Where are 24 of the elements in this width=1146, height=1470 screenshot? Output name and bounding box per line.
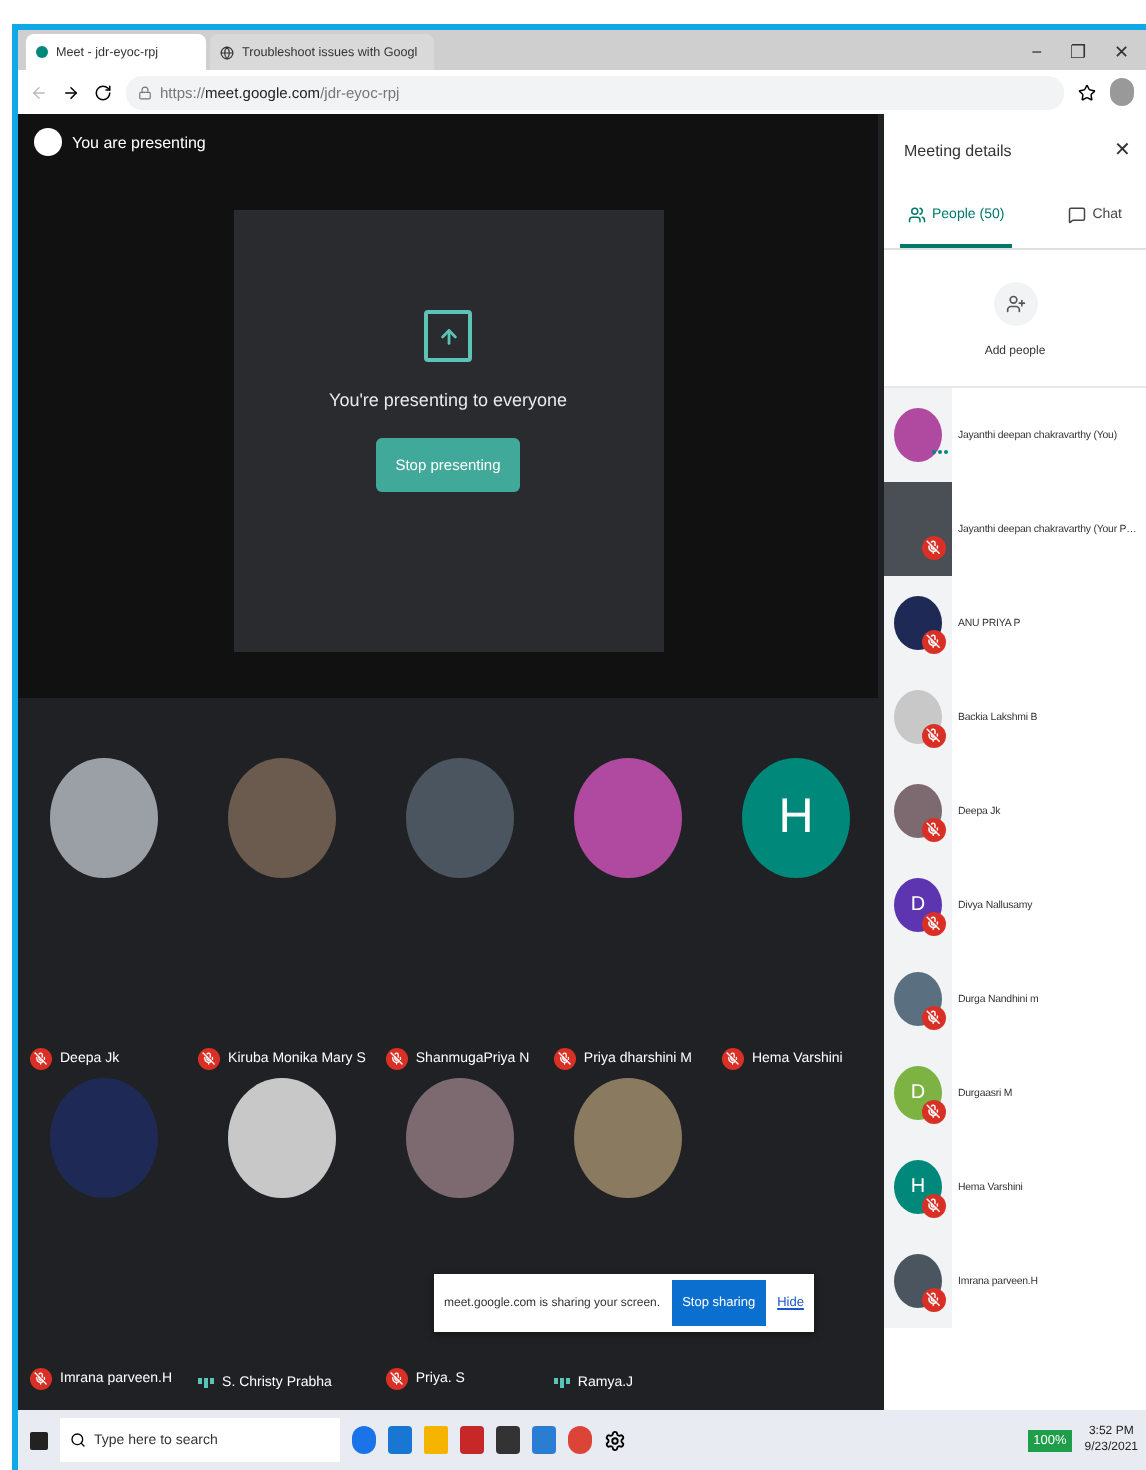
forward-icon[interactable]	[62, 83, 80, 101]
window-control[interactable]: −	[1031, 42, 1042, 62]
window-control[interactable]: ✕	[1114, 42, 1130, 62]
reload-icon[interactable]	[94, 83, 112, 101]
present-icon	[424, 310, 472, 362]
screen-thumbnail	[884, 482, 952, 576]
chat-icon	[1068, 206, 1087, 224]
avatar-placeholder	[34, 128, 62, 156]
search-icon	[70, 1432, 86, 1448]
windows-start-icon[interactable]	[30, 1431, 48, 1449]
profile-icon[interactable]	[1110, 78, 1134, 106]
globe-icon	[220, 45, 234, 59]
settings-icon[interactable]	[604, 1429, 626, 1451]
panel-title: Meeting details	[904, 141, 1012, 159]
avatar-placeholder	[894, 408, 942, 462]
add-person-icon[interactable]	[993, 282, 1037, 326]
window-control[interactable]: ❐	[1070, 42, 1086, 62]
star-icon[interactable]	[1078, 83, 1096, 101]
presenting-message: You're presenting to everyone	[329, 390, 567, 410]
close-button[interactable]: ✕	[1114, 138, 1130, 162]
back-icon[interactable]	[30, 83, 48, 101]
people-icon	[908, 206, 926, 224]
presenting-label: You are presenting	[72, 133, 206, 151]
letter-avatar: H	[741, 758, 850, 879]
